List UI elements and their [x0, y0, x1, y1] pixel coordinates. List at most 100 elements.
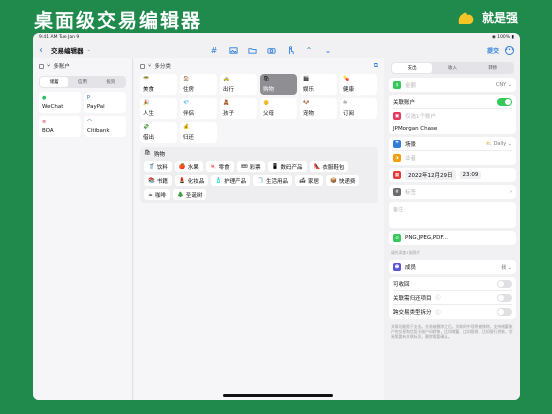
- accounts-select-checkbox[interactable]: [39, 63, 44, 69]
- cross-category-toggle[interactable]: [497, 308, 512, 316]
- subcategory-cosmetics[interactable]: 💄 化妆品: [174, 175, 209, 186]
- subcategory-care[interactable]: 🧴 护理产品: [211, 175, 251, 186]
- member-select[interactable]: 我 ⌄: [501, 264, 512, 271]
- camera-icon[interactable]: [266, 44, 276, 56]
- time-picker[interactable]: 23:09: [459, 171, 482, 179]
- category-food[interactable]: 🥗 美食: [140, 74, 177, 95]
- category-subscription[interactable]: ♾ 订阅: [340, 98, 377, 119]
- currency-select[interactable]: CNY ⌄: [496, 82, 512, 88]
- boa-icon: ≋: [42, 119, 47, 125]
- amount-input[interactable]: 金额: [405, 81, 416, 89]
- category-pets[interactable]: 🐶 宠物: [300, 98, 337, 119]
- linked-history-row: 关联需归还项目 ⓘ: [393, 291, 512, 305]
- category-entertainment[interactable]: 🎬 娱乐: [300, 74, 337, 95]
- coffee-icon: ☕: [148, 191, 153, 198]
- account-citibank[interactable]: ⌒ Citibank: [84, 116, 126, 137]
- account-paypal[interactable]: P PayPal: [84, 92, 126, 113]
- subcategory-books[interactable]: 📚 书籍: [144, 175, 172, 186]
- money-bag-icon: 💰: [183, 124, 190, 130]
- tab-credit[interactable]: 信用: [68, 77, 96, 87]
- info-icon[interactable]: ⓘ: [436, 294, 441, 301]
- back-button[interactable]: ‹: [39, 45, 49, 56]
- tab-transfer[interactable]: 转移: [473, 63, 513, 73]
- lipstick-icon: 💄: [178, 177, 186, 184]
- subcategory-snacks[interactable]: 🍬 零食: [205, 161, 234, 172]
- paypal-icon: P: [87, 95, 91, 101]
- tab-savings[interactable]: 储蓄: [40, 77, 69, 87]
- linked-account-placeholder: 仅选1个账户: [405, 114, 436, 120]
- category-label: 住房: [183, 87, 195, 93]
- photo-library-icon[interactable]: [228, 44, 238, 56]
- linked-account-toggle[interactable]: [497, 97, 512, 106]
- category-label: 人生: [143, 111, 155, 117]
- scene-row[interactable]: ☂ 场景 ⛅ Daily ⌄: [393, 137, 512, 151]
- subcategory-drinks[interactable]: 🥤 饮料: [144, 161, 172, 172]
- subcategory-digital[interactable]: 📱 数码产品: [267, 161, 307, 172]
- merchant-input[interactable]: 业者: [405, 154, 416, 162]
- linked-account-picker[interactable]: ▣ 仅选1个账户: [393, 109, 512, 123]
- chevron-up-icon[interactable]: ⌃: [304, 44, 314, 56]
- tab-expense[interactable]: 支出: [392, 63, 433, 73]
- category-housing[interactable]: 🏠 住房: [180, 74, 217, 95]
- hash-icon[interactable]: #: [209, 44, 219, 56]
- categories-header-label: 多分类: [154, 64, 171, 70]
- attachment-row[interactable]: ⊘ PNG,JPEG,PDF...: [393, 231, 512, 245]
- account-wechat[interactable]: ● WeChat: [39, 92, 81, 113]
- subcategory-christmas-tree[interactable]: 🎄 圣诞树: [172, 189, 207, 200]
- subcategory-shipping[interactable]: 📦 快递费: [326, 175, 360, 186]
- tag-input[interactable]: 标签: [405, 188, 416, 196]
- category-health[interactable]: 💊 健康: [340, 74, 377, 95]
- submit-button[interactable]: 提交: [487, 46, 499, 55]
- hand-tap-icon[interactable]: [285, 44, 295, 56]
- tab-income[interactable]: 收入: [432, 63, 472, 73]
- status-battery: ◉ 100% ▮: [491, 35, 514, 40]
- more-options-icon[interactable]: •••: [505, 45, 514, 55]
- chevron-right-icon: ›: [510, 189, 512, 195]
- refundable-toggle[interactable]: [497, 279, 512, 288]
- books-icon: 📚: [148, 177, 155, 184]
- title-chevron-icon[interactable]: ⌄: [87, 47, 91, 53]
- category-lend[interactable]: 💸 借出: [140, 122, 177, 143]
- category-partner[interactable]: 💎 伴侣: [180, 98, 217, 119]
- subcategory-clothing[interactable]: 👠 衣服鞋包: [309, 161, 349, 172]
- subcategory-home[interactable]: 🛋 家居: [295, 175, 323, 186]
- category-parents[interactable]: 👴 父母: [260, 98, 297, 119]
- subcategory-lottery[interactable]: 🎟 彩票: [236, 161, 265, 172]
- category-shopping[interactable]: 🛍 购物: [260, 74, 297, 95]
- folder-icon[interactable]: [247, 44, 257, 56]
- category-return[interactable]: 💰 归还: [180, 122, 217, 143]
- subcategory-coffee[interactable]: ☕ 咖啡: [144, 189, 170, 200]
- category-settings-icon[interactable]: ⧉: [374, 62, 378, 70]
- toolbar: # ⌃ ⌄: [209, 44, 333, 56]
- linked-account-label: 关联账户: [393, 99, 416, 106]
- scene-select[interactable]: ⛅ Daily ⌄: [486, 141, 512, 147]
- subcategory-fruit[interactable]: 🍎 水果: [174, 161, 203, 172]
- category-label: 健康: [343, 87, 355, 93]
- category-children[interactable]: 🧸 孩子: [220, 98, 257, 119]
- tag-row[interactable]: # 标签 ›: [393, 185, 512, 199]
- category-label: 娱乐: [303, 87, 315, 93]
- date-picker[interactable]: 2022年12月29日: [405, 170, 456, 180]
- info-icon[interactable]: ⓘ: [436, 309, 441, 316]
- category-label: 出行: [223, 87, 235, 93]
- accounts-header: ⑂ 多账户: [33, 58, 132, 74]
- note-textarea[interactable]: 备注: [393, 202, 512, 228]
- tab-investment[interactable]: 投资: [97, 77, 125, 87]
- category-travel[interactable]: 🚕 出行: [220, 74, 257, 95]
- merchant-row[interactable]: ⬗ 业者: [393, 151, 512, 165]
- category-life[interactable]: 🎉 人生: [140, 98, 177, 119]
- teddy-bear-icon: 🧸: [223, 100, 230, 106]
- attachment-hint: 请先添加1张照片: [391, 250, 420, 255]
- chevron-down-icon[interactable]: ⌄: [323, 44, 333, 56]
- subcategory-daily-goods[interactable]: 🧻 生活用品: [253, 175, 292, 186]
- amount-row[interactable]: $ 金额 CNY ⌄: [393, 78, 512, 92]
- subcategory-label: 咖啡: [154, 192, 166, 199]
- subcategory-label: 彩票: [249, 164, 261, 171]
- linked-history-toggle[interactable]: [497, 293, 512, 302]
- shopping-bag-icon: 🛍: [144, 150, 151, 156]
- categories-select-checkbox[interactable]: [140, 63, 145, 69]
- account-boa[interactable]: ≋ BOA: [39, 116, 81, 137]
- subcategory-list: 🥤 饮料 🍎 水果 🍬 零食 🎟 彩票 📱 数码产品 👠 衣服鞋包 📚 书籍 💄 化妆品 🧴 护理…: [144, 161, 374, 200]
- banner-title: 桌面级交易编辑器: [34, 10, 203, 32]
- member-row[interactable]: ☻ 成员 我 ⌄: [393, 260, 512, 274]
